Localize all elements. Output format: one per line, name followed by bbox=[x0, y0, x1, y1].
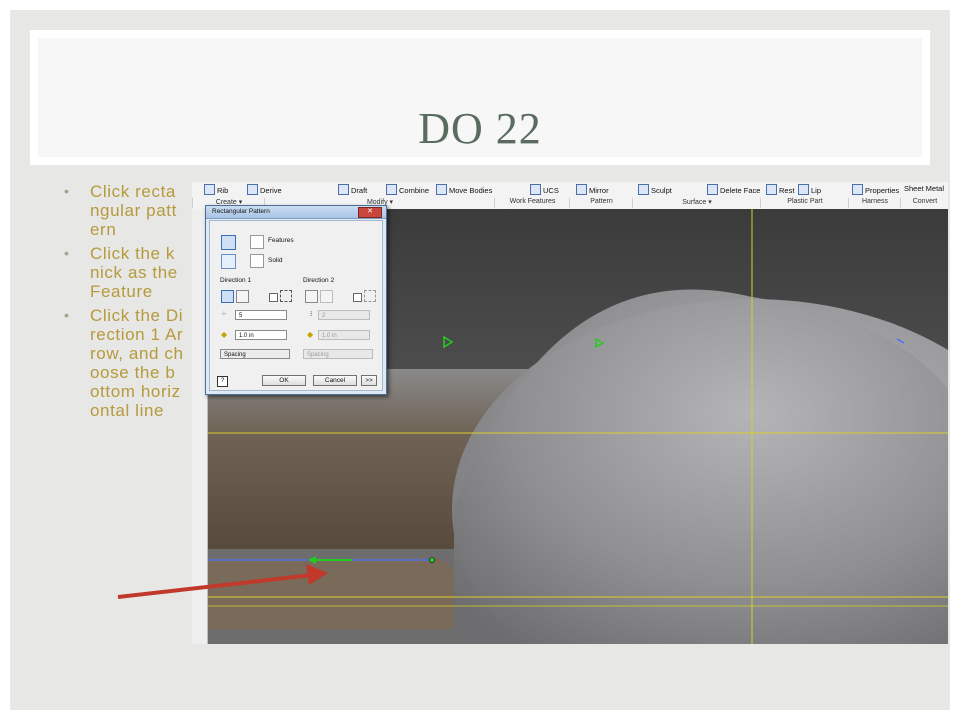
help-icon[interactable]: ? bbox=[217, 376, 228, 387]
instruction-item: • Click the knick as the Feature bbox=[64, 244, 178, 301]
sculpt-icon bbox=[638, 184, 649, 195]
ribbon-sheet-metal-button[interactable]: Sheet Metal bbox=[904, 184, 944, 193]
ribbon-ucs-button[interactable]: UCS bbox=[530, 184, 559, 195]
solid-cursor-icon[interactable] bbox=[250, 254, 264, 268]
move-bodies-icon bbox=[436, 184, 447, 195]
features-select-icon[interactable] bbox=[221, 235, 236, 250]
solid-label: Solid bbox=[268, 257, 283, 264]
draft-icon bbox=[338, 184, 349, 195]
derive-icon bbox=[247, 184, 258, 195]
ribbon-group-convert: Convert bbox=[900, 198, 948, 208]
bullet-icon: • bbox=[64, 183, 70, 199]
ribbon-move-bodies-button[interactable]: Move Bodies bbox=[436, 184, 492, 195]
ribbon-draft-button[interactable]: Draft bbox=[338, 184, 367, 195]
instruction-item: • Click rectangular pattern bbox=[64, 182, 177, 239]
combine-icon bbox=[386, 184, 397, 195]
rib-icon bbox=[204, 184, 215, 195]
direction2-compute-icon[interactable] bbox=[364, 290, 376, 302]
direction1-label: Direction 1 bbox=[220, 277, 252, 284]
direction1-count-field[interactable]: 5 bbox=[235, 310, 287, 320]
direction1-flip-icon[interactable] bbox=[236, 290, 249, 303]
slide-title: DO 22 bbox=[418, 104, 542, 153]
direction2-midplane-checkbox[interactable] bbox=[353, 293, 362, 302]
ribbon-rest-button[interactable]: Rest bbox=[766, 184, 794, 195]
more-button[interactable]: >> bbox=[361, 375, 377, 386]
direction2-label: Direction 2 bbox=[303, 277, 335, 284]
features-label: Features bbox=[268, 237, 294, 244]
ribbon-delete-face-button[interactable]: Delete Face bbox=[707, 184, 760, 195]
direction2-spacing-field[interactable]: 1.0 in bbox=[318, 330, 370, 340]
ribbon-properties-button[interactable]: Properties bbox=[852, 184, 899, 195]
delete-face-icon bbox=[707, 184, 718, 195]
bullet-icon: • bbox=[64, 307, 70, 323]
ribbon-rib-button[interactable]: Rib bbox=[204, 184, 228, 195]
instruction-item: • Click the Direction 1 Arrow, and choose… bbox=[64, 306, 184, 420]
direction2-path-icon[interactable] bbox=[305, 290, 318, 303]
rectangular-pattern-dialog: Rectangular Pattern ✕ Features Solid Dir… bbox=[205, 205, 387, 395]
spacing2-icon: ◆ bbox=[307, 330, 314, 339]
count-icon: ⁘ bbox=[221, 311, 227, 318]
ribbon-sculpt-button[interactable]: Sculpt bbox=[638, 184, 672, 195]
ribbon-combine-button[interactable]: Combine bbox=[386, 184, 429, 195]
direction2-flip-icon[interactable] bbox=[320, 290, 333, 303]
direction1-spacing-field[interactable]: 1.0 in bbox=[235, 330, 287, 340]
ribbon-derive-button[interactable]: Derive bbox=[247, 184, 282, 195]
instruction-list: • Click rectangular pattern • Click the kn… bbox=[64, 182, 184, 425]
direction1-compute-icon[interactable] bbox=[280, 290, 292, 302]
title-box: DO 22 bbox=[30, 30, 930, 165]
ribbon-group-work-features: Work Features bbox=[494, 198, 570, 208]
rest-icon bbox=[766, 184, 777, 195]
direction2-count-field[interactable]: 2 bbox=[318, 310, 370, 320]
spacing-icon: ◆ bbox=[221, 330, 228, 339]
ribbon-group-harness: Harness bbox=[848, 198, 901, 208]
dialog-close-button[interactable]: ✕ bbox=[358, 207, 382, 218]
direction1-midplane-checkbox[interactable] bbox=[269, 293, 278, 302]
direction2-method-select[interactable]: Spacing bbox=[303, 349, 373, 359]
mirror-icon bbox=[576, 184, 587, 195]
direction1-method-select[interactable]: Spacing bbox=[220, 349, 290, 359]
ribbon-lip-button[interactable]: Lip bbox=[798, 184, 821, 195]
dialog-body: Features Solid Direction 1 Direction 2 ⁘… bbox=[209, 220, 383, 391]
features-cursor-icon[interactable] bbox=[250, 235, 264, 249]
count2-icon: ⁝ bbox=[310, 311, 313, 318]
solid-select-icon[interactable] bbox=[221, 254, 236, 269]
dialog-title: Rectangular Pattern bbox=[212, 208, 270, 215]
lip-icon bbox=[798, 184, 809, 195]
ribbon-mirror-button[interactable]: Mirror bbox=[576, 184, 609, 195]
ribbon-group-surface[interactable]: Surface ▾ bbox=[632, 198, 761, 208]
direction1-path-icon[interactable] bbox=[221, 290, 234, 303]
ucs-icon bbox=[530, 184, 541, 195]
cancel-button[interactable]: Cancel bbox=[313, 375, 357, 386]
ribbon-group-pattern: Pattern bbox=[569, 198, 633, 208]
ok-button[interactable]: OK bbox=[262, 375, 306, 386]
bullet-icon: • bbox=[64, 245, 70, 261]
dialog-titlebar[interactable]: Rectangular Pattern ✕ bbox=[206, 206, 386, 219]
properties-icon bbox=[852, 184, 863, 195]
ribbon-group-plastic-part: Plastic Part bbox=[760, 198, 849, 208]
